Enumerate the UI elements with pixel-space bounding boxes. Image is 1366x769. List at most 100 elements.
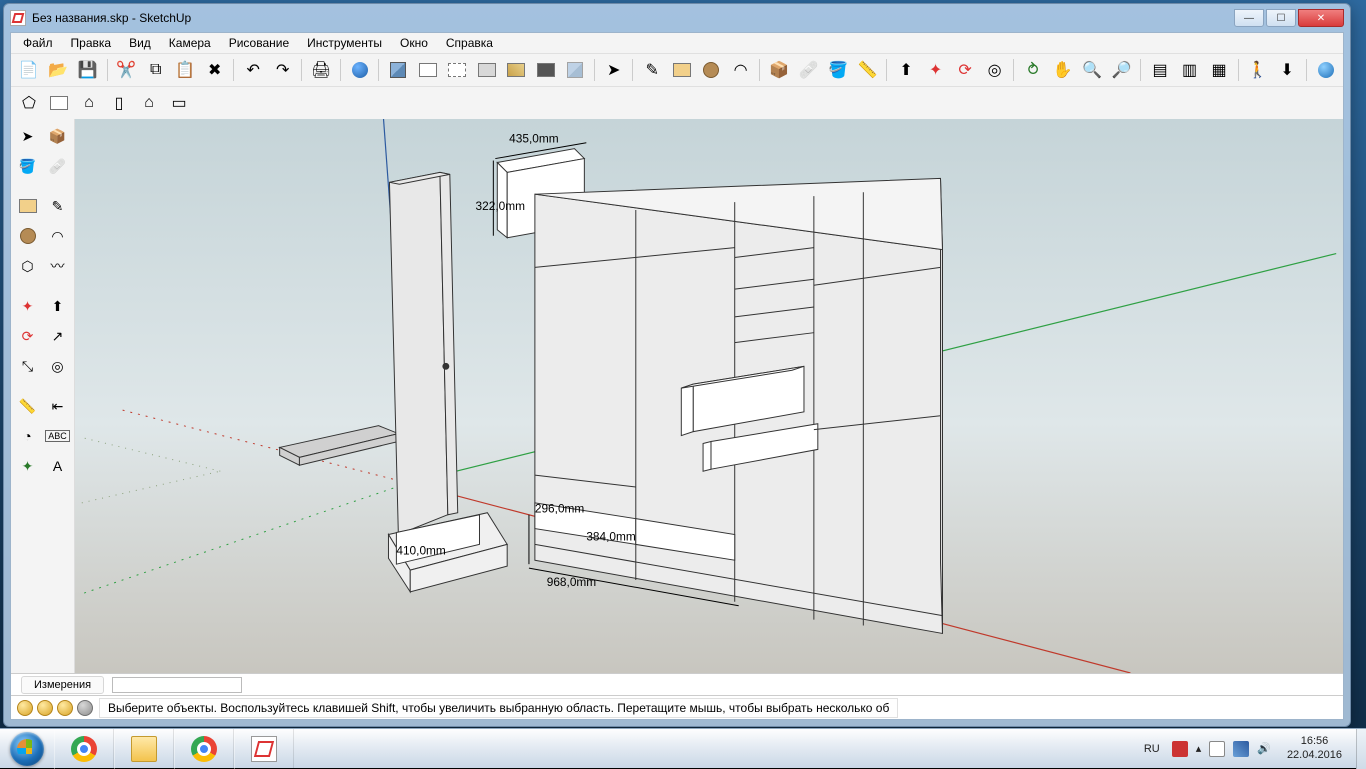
menu-view[interactable]: Вид: [121, 34, 159, 52]
get-models-button[interactable]: ⬇: [1273, 56, 1301, 84]
style-monochrome-button[interactable]: [532, 56, 560, 84]
delete-button[interactable]: ✖: [201, 56, 229, 84]
lt-dimension[interactable]: ⇤: [45, 393, 71, 419]
lt-scale[interactable]: ⤡: [15, 353, 41, 379]
front-view-button[interactable]: ⌂: [75, 89, 103, 117]
task-explorer[interactable]: [114, 729, 174, 769]
tape-measure-tool[interactable]: 📏: [854, 56, 882, 84]
circle-tool[interactable]: [697, 56, 725, 84]
lt-rotate[interactable]: ⟳: [15, 323, 41, 349]
zoom-extents-tool[interactable]: 🔎: [1108, 56, 1136, 84]
lt-text[interactable]: ABC: [45, 423, 71, 449]
show-desktop-button[interactable]: [1356, 729, 1366, 769]
section-plane-tool[interactable]: ▤: [1146, 56, 1174, 84]
lt-tape[interactable]: 📏: [15, 393, 41, 419]
lt-eraser[interactable]: 🩹: [45, 153, 71, 179]
input-language[interactable]: RU: [1140, 743, 1164, 755]
section-cut-button[interactable]: ▦: [1205, 56, 1233, 84]
tray-clock[interactable]: 16:56 22.04.2016: [1279, 735, 1350, 761]
titlebar[interactable]: Без названия.skp - SketchUp — ☐ ✕: [4, 4, 1350, 32]
close-button[interactable]: ✕: [1298, 9, 1344, 27]
lt-circle[interactable]: [15, 223, 41, 249]
new-file-button[interactable]: 📄: [15, 56, 43, 84]
login-indicator-icon[interactable]: [57, 700, 73, 716]
open-file-button[interactable]: 📂: [45, 56, 73, 84]
style-shaded-button[interactable]: [473, 56, 501, 84]
line-tool[interactable]: ✎: [638, 56, 666, 84]
lt-make-component[interactable]: 📦: [45, 123, 71, 149]
pushpull-tool[interactable]: ⬆: [892, 56, 920, 84]
lt-followme[interactable]: ↗: [45, 323, 71, 349]
lt-rectangle[interactable]: [15, 193, 41, 219]
pan-tool[interactable]: ✋: [1049, 56, 1077, 84]
arc-tool[interactable]: ◠: [727, 56, 755, 84]
rotate-tool[interactable]: ⟳: [951, 56, 979, 84]
lt-pushpull[interactable]: ⬆: [45, 293, 71, 319]
eraser-tool[interactable]: 🩹: [795, 56, 823, 84]
top-view-button[interactable]: [45, 89, 73, 117]
style-hidden-button[interactable]: [443, 56, 471, 84]
style-shadedtex-button[interactable]: [384, 56, 412, 84]
style-xray-button[interactable]: [561, 56, 589, 84]
move-tool[interactable]: ✦: [922, 56, 950, 84]
select-tool[interactable]: ➤: [600, 56, 628, 84]
print-button[interactable]: 🖨: [307, 56, 335, 84]
lt-offset[interactable]: ◎: [45, 353, 71, 379]
lt-move[interactable]: ✦: [15, 293, 41, 319]
task-chrome-pinned[interactable]: [54, 729, 114, 769]
walk-tool[interactable]: 🚶: [1244, 56, 1272, 84]
measurements-input[interactable]: [112, 677, 242, 693]
model-info-button[interactable]: [346, 56, 374, 84]
tray-network-icon[interactable]: [1233, 741, 1249, 757]
start-button[interactable]: [0, 729, 54, 769]
lt-3dtext[interactable]: A: [45, 453, 71, 479]
lt-axes[interactable]: ✦: [15, 453, 41, 479]
paste-button[interactable]: 📋: [171, 56, 199, 84]
lt-line[interactable]: ✎: [45, 193, 71, 219]
maximize-button[interactable]: ☐: [1266, 9, 1296, 27]
cut-button[interactable]: ✂️: [112, 56, 140, 84]
lt-arc[interactable]: ◠: [45, 223, 71, 249]
lt-protractor[interactable]: ◔: [15, 423, 41, 449]
make-component-button[interactable]: 📦: [765, 56, 793, 84]
tray-volume-icon[interactable]: 🔊: [1257, 742, 1271, 755]
tray-flag-icon[interactable]: [1172, 741, 1188, 757]
lt-polygon[interactable]: ⬡: [15, 253, 41, 279]
redo-button[interactable]: ↷: [269, 56, 297, 84]
task-sketchup[interactable]: [234, 729, 294, 769]
right-view-button[interactable]: ▯: [105, 89, 133, 117]
task-chrome-running[interactable]: [174, 729, 234, 769]
menu-window[interactable]: Окно: [392, 34, 436, 52]
help-indicator-icon[interactable]: [77, 700, 93, 716]
zoom-tool[interactable]: 🔍: [1078, 56, 1106, 84]
back-view-button[interactable]: ⌂: [135, 89, 163, 117]
orbit-tool[interactable]: ⥁: [1019, 56, 1047, 84]
offset-tool[interactable]: ◎: [981, 56, 1009, 84]
geo-location-button[interactable]: [1312, 56, 1340, 84]
style-wire-button[interactable]: [414, 56, 442, 84]
menu-file[interactable]: Файл: [15, 34, 61, 52]
geo-indicator-icon[interactable]: [17, 700, 33, 716]
rectangle-tool[interactable]: [668, 56, 696, 84]
lt-paint[interactable]: 🪣: [15, 153, 41, 179]
iso-view-button[interactable]: ⬠: [15, 89, 43, 117]
copy-button[interactable]: ⧉: [142, 56, 170, 84]
lt-freehand[interactable]: 〰: [45, 253, 71, 279]
undo-button[interactable]: ↶: [239, 56, 267, 84]
tray-action-center-icon[interactable]: [1209, 741, 1225, 757]
paint-bucket-tool[interactable]: 🪣: [824, 56, 852, 84]
3d-viewport[interactable]: 435,0mm 322,0mm: [75, 119, 1343, 673]
lt-select[interactable]: ➤: [15, 123, 41, 149]
menu-tools[interactable]: Инструменты: [299, 34, 390, 52]
menu-edit[interactable]: Правка: [63, 34, 120, 52]
save-file-button[interactable]: 💾: [74, 56, 102, 84]
menu-camera[interactable]: Камера: [161, 34, 219, 52]
left-view-button[interactable]: ▭: [165, 89, 193, 117]
tray-overflow-icon[interactable]: ▴: [1196, 742, 1202, 755]
section-display-button[interactable]: ▥: [1176, 56, 1204, 84]
credits-indicator-icon[interactable]: [37, 700, 53, 716]
minimize-button[interactable]: —: [1234, 9, 1264, 27]
menu-help[interactable]: Справка: [438, 34, 501, 52]
menu-draw[interactable]: Рисование: [221, 34, 297, 52]
style-textured-button[interactable]: [502, 56, 530, 84]
